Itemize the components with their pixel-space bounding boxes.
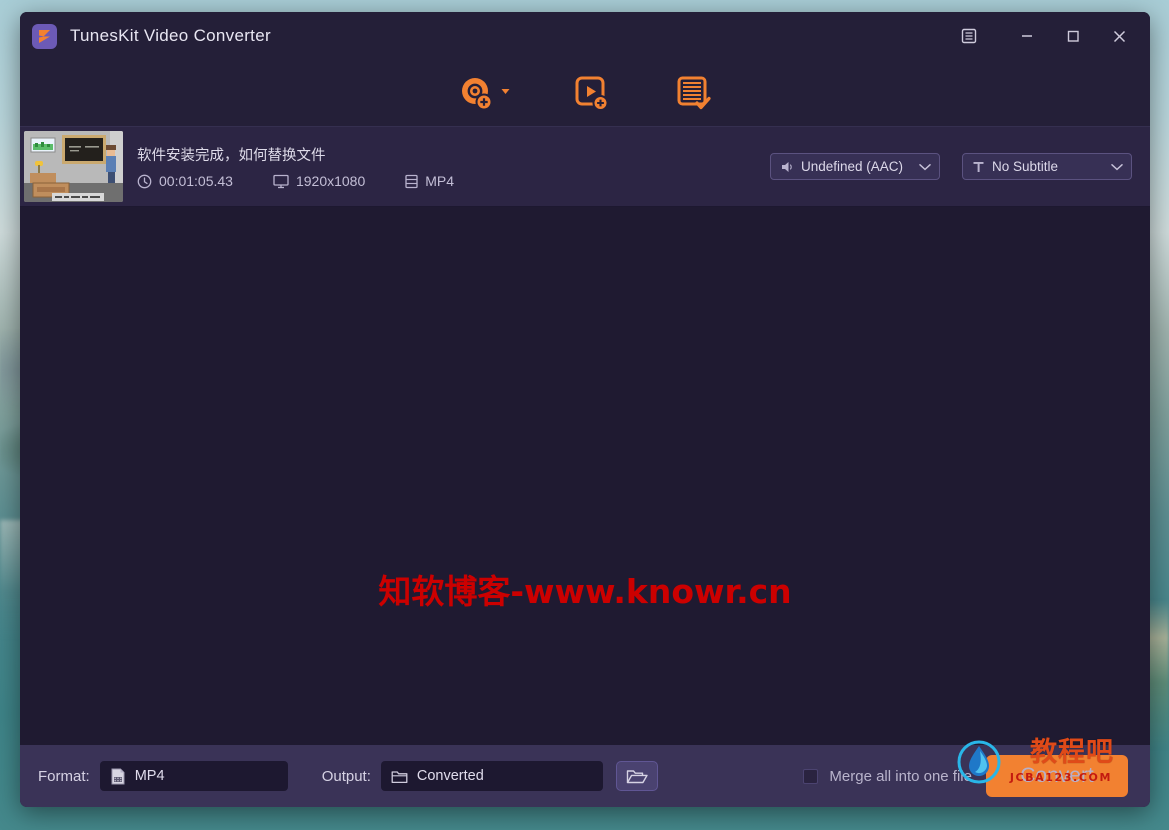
close-button[interactable] <box>1096 12 1142 60</box>
video-file-icon <box>111 768 125 784</box>
duration-value: 00:01:05.43 <box>159 173 233 189</box>
monitor-icon <box>273 174 289 188</box>
format-label: Format: <box>38 767 90 785</box>
list-check-icon <box>677 76 711 110</box>
track-selectors: Undefined (AAC) No Subtitle <box>770 153 1132 180</box>
video-thumbnail <box>24 131 123 202</box>
resolution-value: 1920x1080 <box>295 173 366 189</box>
text-t-icon <box>973 161 984 172</box>
checkbox-icon[interactable] <box>803 768 819 784</box>
file-list-row[interactable]: 软件安装完成，如何替换文件 00:01:05.43 1920x1080 MP4 … <box>20 127 1150 206</box>
convert-button[interactable]: Convert <box>986 755 1128 797</box>
maximize-button[interactable] <box>1050 12 1096 60</box>
browse-output-folder-button[interactable] <box>615 761 658 791</box>
clock-icon <box>137 174 152 188</box>
disc-add-icon <box>461 78 492 111</box>
format-selector[interactable]: MP4 <box>99 761 288 791</box>
chevron-down-icon[interactable] <box>919 159 931 174</box>
title-bar[interactable]: TunesKit Video Converter <box>20 12 1150 60</box>
output-path-field[interactable]: Converted <box>380 761 603 791</box>
chevron-down-icon[interactable] <box>1111 159 1123 174</box>
maximize-icon <box>1067 30 1079 42</box>
content-area[interactable]: 知软博客-www.knowr.cn <box>20 207 1150 745</box>
application-window: TunesKit Video Converter 软件安装完成，如何替换文件 0… <box>20 12 1150 807</box>
window-title: TunesKit Video Converter <box>70 26 271 45</box>
file-info: 软件安装完成，如何替换文件 00:01:05.43 1920x1080 MP4 <box>137 131 770 202</box>
minimize-button[interactable] <box>1004 12 1050 60</box>
file-name: 软件安装完成，如何替换文件 <box>137 148 326 164</box>
add-video-button[interactable] <box>572 68 612 114</box>
close-icon <box>1113 30 1125 42</box>
output-label: Output: <box>321 767 371 785</box>
merge-all-checkbox[interactable]: Merge all into one file <box>803 768 972 785</box>
audio-track-value: Undefined (AAC) <box>801 159 904 174</box>
audio-track-dropdown[interactable]: Undefined (AAC) <box>770 153 940 180</box>
chevron-down-icon[interactable] <box>501 82 510 100</box>
tuneskit-play-logo-icon <box>32 23 57 49</box>
main-toolbar <box>20 60 1150 127</box>
merge-all-label: Merge all into one file <box>829 767 972 785</box>
conversion-list-button[interactable] <box>674 68 714 114</box>
speaker-icon <box>782 161 792 172</box>
file-list: 软件安装完成，如何替换文件 00:01:05.43 1920x1080 MP4 … <box>20 127 1150 207</box>
video-add-icon <box>575 76 608 111</box>
open-folder-icon <box>626 769 648 783</box>
subtitle-track-dropdown[interactable]: No Subtitle <box>962 153 1132 180</box>
minimize-icon <box>1022 35 1032 37</box>
site-watermark-text: 知软博客-www.knowr.cn <box>378 572 792 611</box>
film-icon <box>405 174 418 188</box>
window-controls <box>946 12 1150 60</box>
desktop-background: TunesKit Video Converter 软件安装完成，如何替换文件 0… <box>0 0 1169 830</box>
add-dvd-button[interactable] <box>457 68 510 114</box>
format-property: MP4 <box>405 173 454 189</box>
subtitle-track-value: No Subtitle <box>992 159 1059 174</box>
bottom-bar: Format: MP4 Output: Converted Merge all … <box>20 739 1150 807</box>
format-value: MP4 <box>425 173 455 189</box>
folder-icon <box>391 770 408 783</box>
menu-icon <box>961 28 977 44</box>
resolution-property: 1920x1080 <box>273 173 365 189</box>
output-value: Converted <box>416 768 484 784</box>
menu-button[interactable] <box>946 12 992 60</box>
convert-button-label: Convert <box>1020 764 1094 787</box>
duration-property: 00:01:05.43 <box>137 173 233 189</box>
format-value: MP4 <box>134 768 165 784</box>
file-properties: 00:01:05.43 1920x1080 MP4 <box>137 173 770 189</box>
